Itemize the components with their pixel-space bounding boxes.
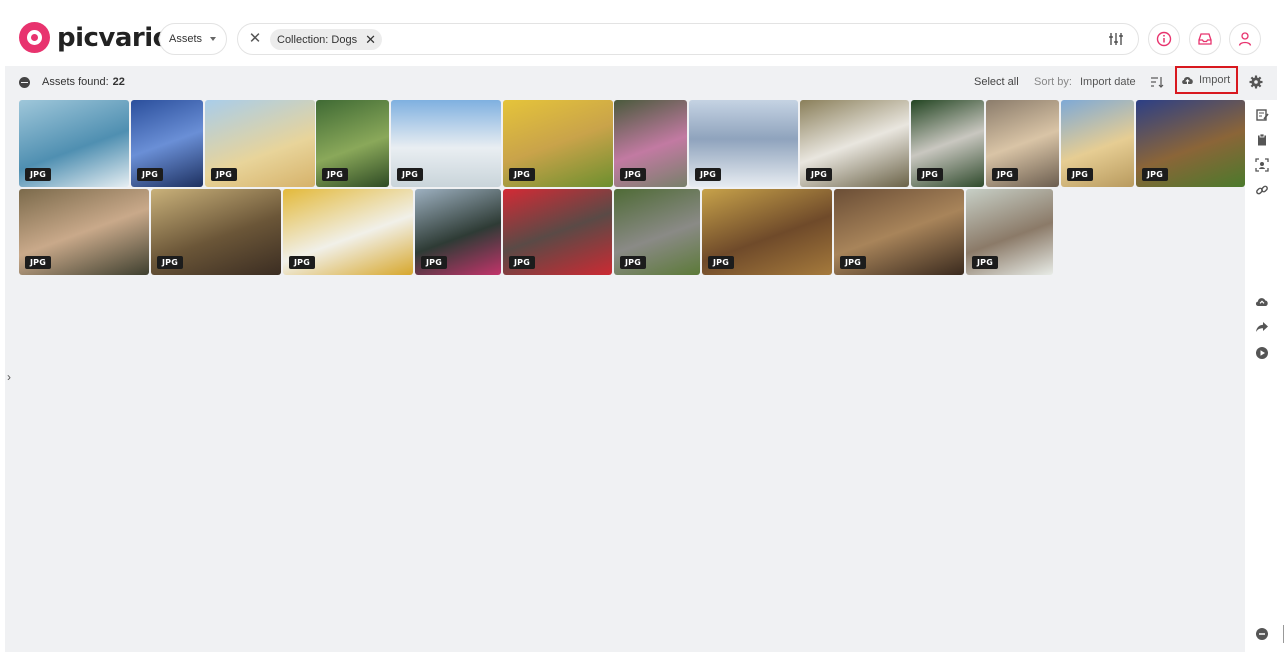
file-type-badge: JPG (972, 256, 999, 269)
clear-search-icon[interactable]: ✕ (247, 31, 263, 47)
asset-thumbnail[interactable]: JPG (614, 100, 687, 187)
file-type-badge: JPG (509, 168, 536, 181)
asset-thumbnail[interactable]: JPG (1136, 100, 1245, 187)
file-type-badge: JPG (25, 256, 52, 269)
info-icon (1156, 31, 1172, 47)
file-type-badge: JPG (1142, 168, 1169, 181)
filter-sliders-icon[interactable] (1108, 31, 1124, 47)
header: picvario Assets ✕ Collection: Dogs ✕ (0, 0, 1286, 66)
search-bar[interactable]: ✕ Collection: Dogs ✕ (237, 23, 1139, 55)
asset-thumbnail[interactable]: JPG (911, 100, 984, 187)
select-all-button[interactable]: Select all (974, 76, 1019, 88)
asset-thumbnail[interactable]: JPG (614, 189, 700, 275)
asset-thumbnail[interactable]: JPG (283, 189, 413, 275)
file-type-badge: JPG (620, 168, 647, 181)
asset-thumbnail[interactable]: JPG (19, 189, 149, 275)
asset-thumbnail[interactable]: JPG (702, 189, 832, 275)
inbox-icon (1198, 33, 1212, 45)
sort-label: Sort by: (1034, 76, 1072, 88)
chevron-down-icon (210, 37, 217, 41)
app-root: picvario Assets ✕ Collection: Dogs ✕ Ass… (0, 0, 1286, 653)
import-label: Import (1199, 74, 1231, 86)
file-type-badge: JPG (322, 168, 349, 181)
file-type-badge: JPG (695, 168, 722, 181)
file-type-badge: JPG (289, 256, 316, 269)
play-icon[interactable] (1255, 346, 1269, 360)
file-type-badge: JPG (917, 168, 944, 181)
filter-chip[interactable]: Collection: Dogs ✕ (270, 29, 382, 50)
logo[interactable]: picvario (19, 22, 171, 53)
scope-select[interactable]: Assets (159, 23, 227, 55)
file-type-badge: JPG (509, 256, 536, 269)
right-action-rail (1245, 100, 1277, 652)
inbox-button[interactable] (1189, 23, 1221, 55)
remove-chip-icon[interactable]: ✕ (365, 33, 376, 46)
asset-thumbnail[interactable]: JPG (800, 100, 909, 187)
collapse-icon[interactable] (19, 76, 30, 88)
file-type-badge: JPG (840, 256, 867, 269)
expand-left-panel-icon[interactable]: › (7, 370, 11, 384)
file-type-badge: JPG (25, 168, 52, 181)
file-type-badge: JPG (211, 168, 238, 181)
info-button[interactable] (1148, 23, 1180, 55)
file-type-badge: JPG (806, 168, 833, 181)
cloud-upload-icon (1182, 77, 1193, 84)
asset-thumbnail[interactable]: JPG (689, 100, 798, 187)
import-button[interactable]: Import (1175, 66, 1238, 94)
filter-chip-label: Collection: Dogs (277, 33, 358, 46)
sort-select[interactable]: Import date (1080, 76, 1136, 88)
cloud-upload-icon[interactable] (1255, 295, 1269, 309)
asset-thumbnail[interactable]: JPG (986, 100, 1059, 187)
file-type-badge: JPG (992, 168, 1019, 181)
logo-text: picvario (57, 22, 171, 53)
file-type-badge: JPG (421, 256, 448, 269)
assets-found: Assets found: 22 (19, 76, 125, 88)
scrollbar[interactable] (1283, 625, 1284, 643)
asset-thumbnail[interactable]: JPG (415, 189, 501, 275)
user-button[interactable] (1229, 23, 1261, 55)
asset-thumbnail[interactable]: JPG (316, 100, 389, 187)
face-scan-icon[interactable] (1255, 158, 1269, 172)
toolbar: Assets found: 22 Select all Sort by: Imp… (5, 66, 1277, 100)
settings-gear-icon[interactable] (1249, 75, 1263, 89)
share-icon[interactable] (1255, 320, 1269, 334)
asset-thumbnail[interactable]: JPG (503, 100, 613, 187)
asset-thumbnail[interactable]: JPG (391, 100, 501, 187)
assets-found-count: 22 (112, 76, 125, 88)
asset-thumbnail[interactable]: JPG (131, 100, 203, 187)
edit-metadata-icon[interactable] (1255, 108, 1269, 122)
file-type-badge: JPG (708, 256, 735, 269)
file-type-badge: JPG (620, 256, 647, 269)
sort-direction-icon[interactable] (1150, 75, 1164, 89)
file-type-badge: JPG (137, 168, 164, 181)
logo-mark-icon (19, 22, 50, 53)
asset-thumbnail[interactable]: JPG (205, 100, 315, 187)
asset-thumbnail[interactable]: JPG (1061, 100, 1134, 187)
asset-thumbnail[interactable]: JPG (834, 189, 964, 275)
file-type-badge: JPG (157, 256, 184, 269)
file-type-badge: JPG (1067, 168, 1094, 181)
user-icon (1238, 32, 1252, 46)
add-circle-icon[interactable] (1255, 627, 1269, 641)
asset-thumbnail[interactable]: JPG (503, 189, 612, 275)
scope-select-value: Assets (169, 33, 203, 45)
clipboard-icon[interactable] (1255, 133, 1269, 147)
assets-found-label: Assets found: (42, 76, 109, 88)
asset-thumbnail[interactable]: JPG (19, 100, 129, 187)
asset-thumbnail[interactable]: JPG (151, 189, 281, 275)
asset-thumbnail[interactable]: JPG (966, 189, 1053, 275)
link-icon[interactable] (1255, 183, 1269, 197)
file-type-badge: JPG (397, 168, 424, 181)
